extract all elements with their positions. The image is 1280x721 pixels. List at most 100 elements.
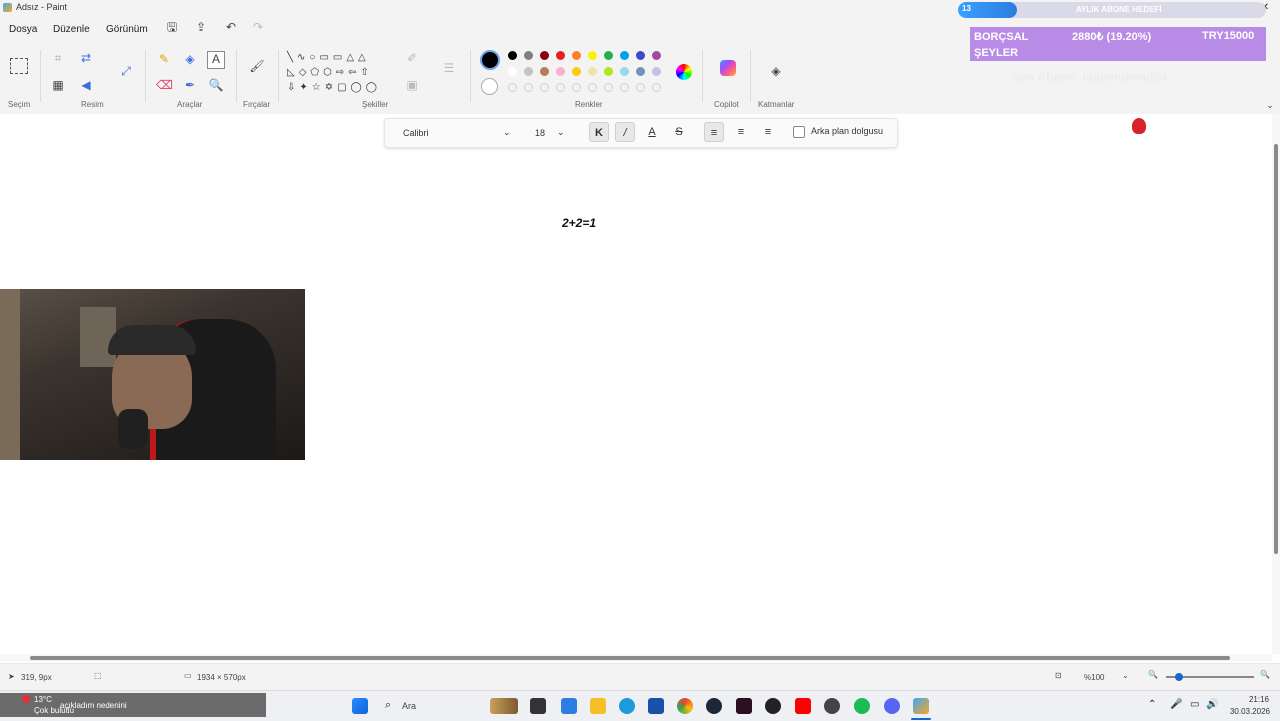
palette-swatch[interactable] [540, 51, 549, 60]
menu-file[interactable]: Dosya [9, 24, 37, 35]
shapes-gallery[interactable]: ╲∿○▭▭△△ ◺◇⬠⬡⇨⇦⇧ ⇩✦☆✡▢◯◯ [287, 50, 395, 98]
youtube-icon[interactable] [795, 698, 811, 714]
save-icon[interactable]: 🖫 [164, 20, 180, 36]
zoom-in-icon[interactable]: 🔍 [1260, 670, 1270, 679]
clock-time[interactable]: 21:16 [1229, 695, 1269, 704]
clock-date[interactable]: 30.03.2026 [1222, 707, 1270, 716]
palette-swatch[interactable] [588, 51, 597, 60]
bold-button[interactable]: K [589, 122, 609, 142]
store-icon[interactable] [648, 698, 664, 714]
underline-button[interactable]: A [642, 122, 662, 142]
undo-icon[interactable]: ↶ [223, 20, 239, 36]
shape-fill-icon[interactable]: ▣ [404, 78, 420, 94]
custom-color-slot[interactable] [508, 83, 517, 92]
custom-color-slot[interactable] [556, 83, 565, 92]
steam-icon[interactable] [706, 698, 722, 714]
palette-swatch[interactable] [636, 51, 645, 60]
custom-color-slot[interactable] [572, 83, 581, 92]
task-view-icon[interactable] [530, 698, 546, 714]
font-family-select[interactable]: Calibri ⌄ [397, 125, 517, 141]
discord-icon[interactable] [884, 698, 900, 714]
menu-edit[interactable]: Düzenle [53, 24, 90, 35]
copilot-icon[interactable] [720, 60, 736, 76]
palette-swatch[interactable] [556, 67, 565, 76]
primary-color-swatch[interactable] [480, 50, 500, 70]
obs-icon[interactable] [765, 698, 781, 714]
remove-background-icon[interactable]: ▦ [50, 78, 66, 94]
app-icon[interactable] [824, 698, 840, 714]
palette-swatch[interactable] [652, 67, 661, 76]
strikethrough-button[interactable]: S [669, 122, 689, 142]
palette-swatch[interactable] [572, 67, 581, 76]
resize-icon[interactable]: ⇄ [78, 51, 94, 67]
secondary-color-swatch[interactable] [481, 78, 498, 95]
share-icon[interactable]: ⇪ [193, 20, 209, 36]
palette-swatch[interactable] [556, 51, 565, 60]
zoom-slider-thumb[interactable] [1175, 673, 1183, 681]
crop-icon[interactable]: ⌗ [50, 51, 66, 67]
fill-icon[interactable]: ◈ [182, 52, 198, 68]
pencil-icon[interactable]: ✎ [156, 52, 172, 68]
color-palette[interactable] [508, 51, 668, 99]
fit-to-window-icon[interactable]: ⊡ [1055, 671, 1062, 680]
custom-color-slot[interactable] [524, 83, 533, 92]
vertical-scrollbar[interactable] [1272, 114, 1280, 654]
custom-color-slot[interactable] [588, 83, 597, 92]
align-center-button[interactable]: ≡ [731, 122, 751, 142]
custom-color-slot[interactable] [620, 83, 629, 92]
redo-icon[interactable]: ↷ [250, 20, 266, 36]
color-picker-icon[interactable]: ✒ [182, 78, 198, 94]
brush-icon[interactable]: 🖌 [249, 59, 265, 75]
menu-view[interactable]: Görünüm [106, 24, 148, 35]
weather-widget[interactable]: 13°C Çok bulutlu açıkladım nedenini [0, 693, 266, 717]
shape-outline-icon[interactable]: ✐ [404, 51, 420, 67]
zoom-out-icon[interactable]: 🔍 [1148, 670, 1158, 679]
palette-swatch[interactable] [604, 51, 613, 60]
palette-swatch[interactable] [620, 51, 629, 60]
rotate-icon[interactable]: ◀ [78, 78, 94, 94]
custom-color-slot[interactable] [604, 83, 613, 92]
palette-swatch[interactable] [604, 67, 613, 76]
align-left-button[interactable]: ≡ [704, 122, 724, 142]
palette-swatch[interactable] [636, 67, 645, 76]
spotify-icon[interactable] [854, 698, 870, 714]
font-size-select[interactable]: 18 ⌄ [533, 125, 569, 141]
display-icon[interactable]: ▭ [1190, 699, 1199, 710]
edge-icon[interactable] [619, 698, 635, 714]
volume-icon[interactable]: 🔊 [1206, 699, 1218, 710]
horizontal-scrollbar-thumb[interactable] [30, 656, 1230, 660]
chevron-up-icon[interactable]: ⌃ [1148, 699, 1156, 710]
custom-color-slot[interactable] [652, 83, 661, 92]
palette-swatch[interactable] [572, 51, 581, 60]
align-right-button[interactable]: ≡ [758, 122, 778, 142]
chevron-down-icon[interactable]: ⌄ [1262, 98, 1278, 114]
custom-color-slot[interactable] [636, 83, 645, 92]
palette-swatch[interactable] [524, 67, 533, 76]
canvas-text[interactable]: 2+2=1 [562, 216, 596, 230]
italic-button[interactable]: / [615, 122, 635, 142]
layers-icon[interactable]: ◈ [768, 64, 784, 80]
eraser-icon[interactable]: ⌫ [156, 78, 173, 94]
select-icon[interactable] [10, 58, 28, 74]
chrome-icon[interactable] [677, 698, 693, 714]
palette-swatch[interactable] [508, 51, 517, 60]
zoom-select[interactable]: %100 ⌄ [1078, 668, 1138, 684]
palette-swatch[interactable] [652, 51, 661, 60]
horizontal-scrollbar[interactable] [0, 654, 1272, 662]
capcut-icon[interactable] [736, 698, 752, 714]
shape-size-icon[interactable]: ☰ [441, 61, 457, 77]
vertical-scrollbar-thumb[interactable] [1274, 144, 1278, 554]
background-fill-checkbox[interactable] [793, 126, 805, 138]
edit-colors-icon[interactable] [676, 64, 692, 80]
palette-swatch[interactable] [620, 67, 629, 76]
image-select-icon[interactable]: ⤢ [118, 64, 134, 80]
widgets-icon[interactable] [561, 698, 577, 714]
palette-swatch[interactable] [540, 67, 549, 76]
palette-swatch[interactable] [588, 67, 597, 76]
paint-taskbar-icon[interactable] [913, 698, 929, 714]
text-tool-icon[interactable]: A [207, 51, 225, 69]
microphone-icon[interactable]: 🎤 [1170, 699, 1182, 710]
palette-swatch[interactable] [508, 67, 517, 76]
palette-swatch[interactable] [524, 51, 533, 60]
custom-color-slot[interactable] [540, 83, 549, 92]
